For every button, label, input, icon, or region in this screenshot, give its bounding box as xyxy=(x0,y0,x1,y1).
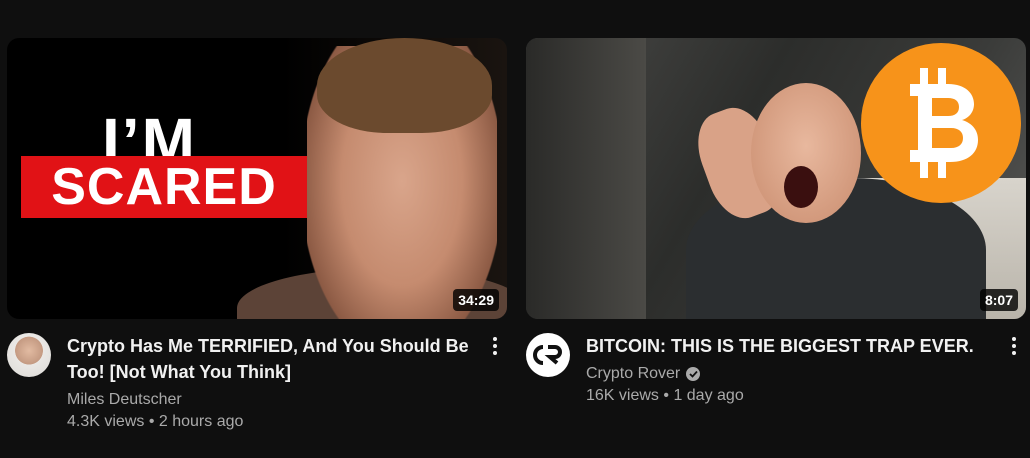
upload-age: 1 day ago xyxy=(673,387,744,404)
duration-badge: 34:29 xyxy=(453,289,499,311)
thumbnail-art xyxy=(317,38,492,133)
video-thumbnail[interactable]: I’M SCARED 34:29 xyxy=(7,38,507,319)
video-title[interactable]: BITCOIN: THIS IS THE BIGGEST TRAP EVER. xyxy=(586,333,992,359)
upload-age: 2 hours ago xyxy=(158,413,244,430)
thumbnail-art xyxy=(784,166,818,208)
video-card[interactable]: 8:07 BITCOIN: THIS IS THE BIGGEST TRAP E… xyxy=(526,38,1026,453)
video-details: Crypto Has Me TERRIFIED, And You Should … xyxy=(7,333,507,453)
bitcoin-logo-icon xyxy=(861,43,1021,203)
channel-name[interactable]: Crypto Rover xyxy=(586,365,680,383)
channel-avatar[interactable] xyxy=(7,333,51,377)
video-card[interactable]: I’M SCARED 34:29 Crypto Has Me TERRIFIED… xyxy=(7,38,507,453)
thumbnail-art xyxy=(526,38,646,319)
thumbnail-text: SCARED xyxy=(51,158,277,216)
video-title[interactable]: Crypto Has Me TERRIFIED, And You Should … xyxy=(67,333,473,385)
video-thumbnail[interactable]: 8:07 xyxy=(526,38,1026,319)
view-count: 4.3K views xyxy=(67,413,145,430)
video-stats: 4.3K views • 2 hours ago xyxy=(67,413,473,431)
video-stats: 16K views • 1 day ago xyxy=(586,387,992,405)
view-count: 16K views xyxy=(586,387,659,404)
channel-name[interactable]: Miles Deutscher xyxy=(67,391,182,409)
separator: • xyxy=(148,413,155,430)
more-vert-icon[interactable] xyxy=(483,333,507,359)
duration-badge: 8:07 xyxy=(979,289,1018,311)
separator: • xyxy=(663,387,669,404)
more-vert-icon[interactable] xyxy=(1002,333,1026,359)
verified-check-icon xyxy=(686,367,701,381)
channel-avatar[interactable] xyxy=(526,333,570,377)
video-details: BITCOIN: THIS IS THE BIGGEST TRAP EVER. … xyxy=(526,333,1026,453)
